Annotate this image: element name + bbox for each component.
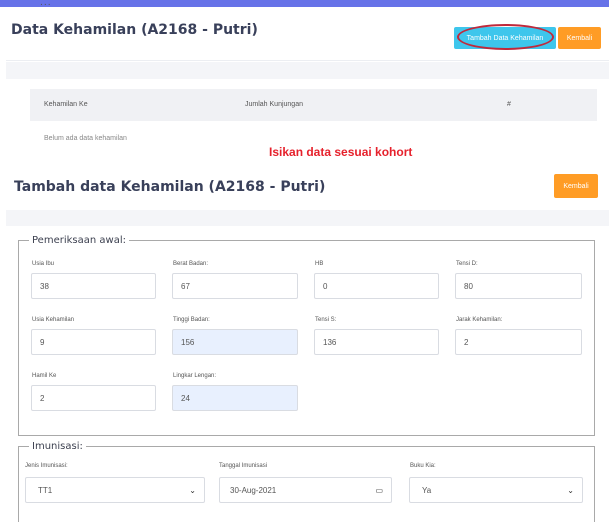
label-hamil-ke: Hamil Ke (32, 373, 57, 379)
instruction-note: Isikan data sesuai kohort (269, 145, 413, 159)
hb-input[interactable]: 0 (314, 273, 439, 299)
label-berat-badan: Berat Badan: (173, 261, 209, 267)
table-header (30, 89, 597, 121)
section-gap (6, 62, 609, 79)
tensi-d-input[interactable]: 80 (455, 273, 582, 299)
usia-ibu-input[interactable]: 38 (31, 273, 156, 299)
column-header-kehamilan-ke: Kehamilan Ke (44, 101, 88, 108)
tanggal-imunisasi-input[interactable]: 30-Aug-2021 ▭ (219, 477, 392, 503)
top-accent-bar (0, 0, 609, 7)
usia-kehamilan-input[interactable]: 9 (31, 329, 156, 355)
jarak-kehamilan-input[interactable]: 2 (455, 329, 582, 355)
label-jenis-imunisasi: Jenis Imunisasi: (25, 463, 68, 469)
tinggi-badan-input[interactable]: 156 (172, 329, 298, 355)
lingkar-lengan-input[interactable]: 24 (172, 385, 298, 411)
page-title: Data Kehamilan (A2168 - Putri) (11, 22, 258, 38)
kembali-button[interactable]: Kembali (558, 27, 601, 49)
label-buku-kia: Buku Kia: (410, 463, 436, 469)
cut-off-text: ... (40, 0, 52, 8)
berat-badan-input[interactable]: 67 (172, 273, 298, 299)
label-usia-kehamilan: Usia Kehamilan (32, 317, 75, 323)
imunisasi-legend: Imunisasi: (32, 441, 83, 452)
kembali-button-form[interactable]: Kembali (554, 174, 598, 198)
calendar-icon[interactable]: ▭ (375, 486, 383, 495)
label-tensi-s: Tensi S: (315, 317, 337, 323)
jenis-imunisasi-value: TT1 (38, 485, 53, 495)
column-header-actions: # (507, 101, 511, 108)
section-gap (6, 210, 609, 226)
form-title: Tambah data Kehamilan (A2168 - Putri) (14, 179, 326, 195)
label-lingkar-lengan: Lingkar Lengan: (173, 373, 217, 379)
label-hb: HB (315, 261, 324, 267)
empty-table-message: Belum ada data kehamilan (44, 135, 127, 142)
label-usia-ibu: Usia Ibu (32, 261, 55, 267)
highlight-annotation (457, 24, 554, 50)
buku-kia-value: Ya (422, 485, 432, 495)
label-tensi-d: Tensi D: (456, 261, 478, 267)
chevron-down-icon: ⌄ (189, 486, 196, 495)
tensi-s-input[interactable]: 136 (314, 329, 439, 355)
buku-kia-select[interactable]: Ya ⌄ (409, 477, 583, 503)
hamil-ke-input[interactable]: 2 (31, 385, 156, 411)
label-tanggal-imunisasi: Tanggal Imunisasi (219, 463, 268, 469)
label-jarak-kehamilan: Jarak Kehamilan: (456, 317, 503, 323)
column-header-jumlah-kunjungan: Jumlah Kunjungan (245, 101, 303, 108)
pemeriksaan-awal-legend: Pemeriksaan awal: (32, 235, 126, 246)
jenis-imunisasi-select[interactable]: TT1 ⌄ (25, 477, 205, 503)
tanggal-imunisasi-value: 30-Aug-2021 (230, 485, 277, 495)
label-tinggi-badan: Tinggi Badan: (173, 317, 210, 323)
chevron-down-icon: ⌄ (567, 486, 574, 495)
